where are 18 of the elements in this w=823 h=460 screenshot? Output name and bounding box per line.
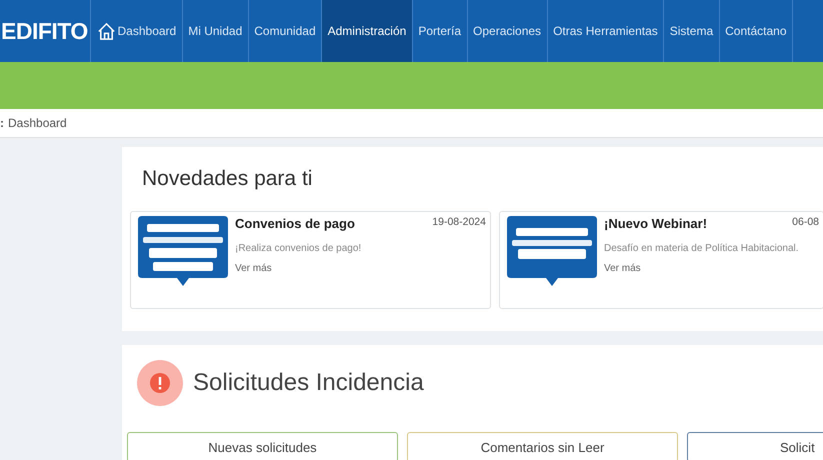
section-title: Solicitudes Incidencia xyxy=(193,369,424,397)
read-more-link[interactable]: Ver más xyxy=(604,263,641,274)
incident-tab[interactable]: Solicit xyxy=(687,432,823,460)
news-date: 19-08-2024 xyxy=(432,216,486,230)
breadcrumb-link[interactable]: Dashboard xyxy=(8,116,67,130)
news-date: 06-08 xyxy=(792,216,819,230)
nav-tab[interactable]: Administración xyxy=(322,0,413,62)
news-title: Convenios de pago xyxy=(235,216,355,231)
news-description: ¡Realiza convenios de pago! xyxy=(235,243,362,254)
news-title: ¡Nuevo Webinar! xyxy=(604,216,708,231)
incident-tab[interactable]: Nuevas solicitudes xyxy=(127,432,398,460)
breadcrumb-label: : xyxy=(0,116,4,130)
incident-tab[interactable]: Comentarios sin Leer xyxy=(407,432,678,460)
section-title: Novedades para ti xyxy=(141,166,314,191)
alert-icon xyxy=(136,359,184,407)
home-icon xyxy=(96,22,116,40)
read-more-link[interactable]: Ver más xyxy=(235,263,272,274)
news-description: Desafío en materia de Política Habitacional. xyxy=(604,243,799,254)
